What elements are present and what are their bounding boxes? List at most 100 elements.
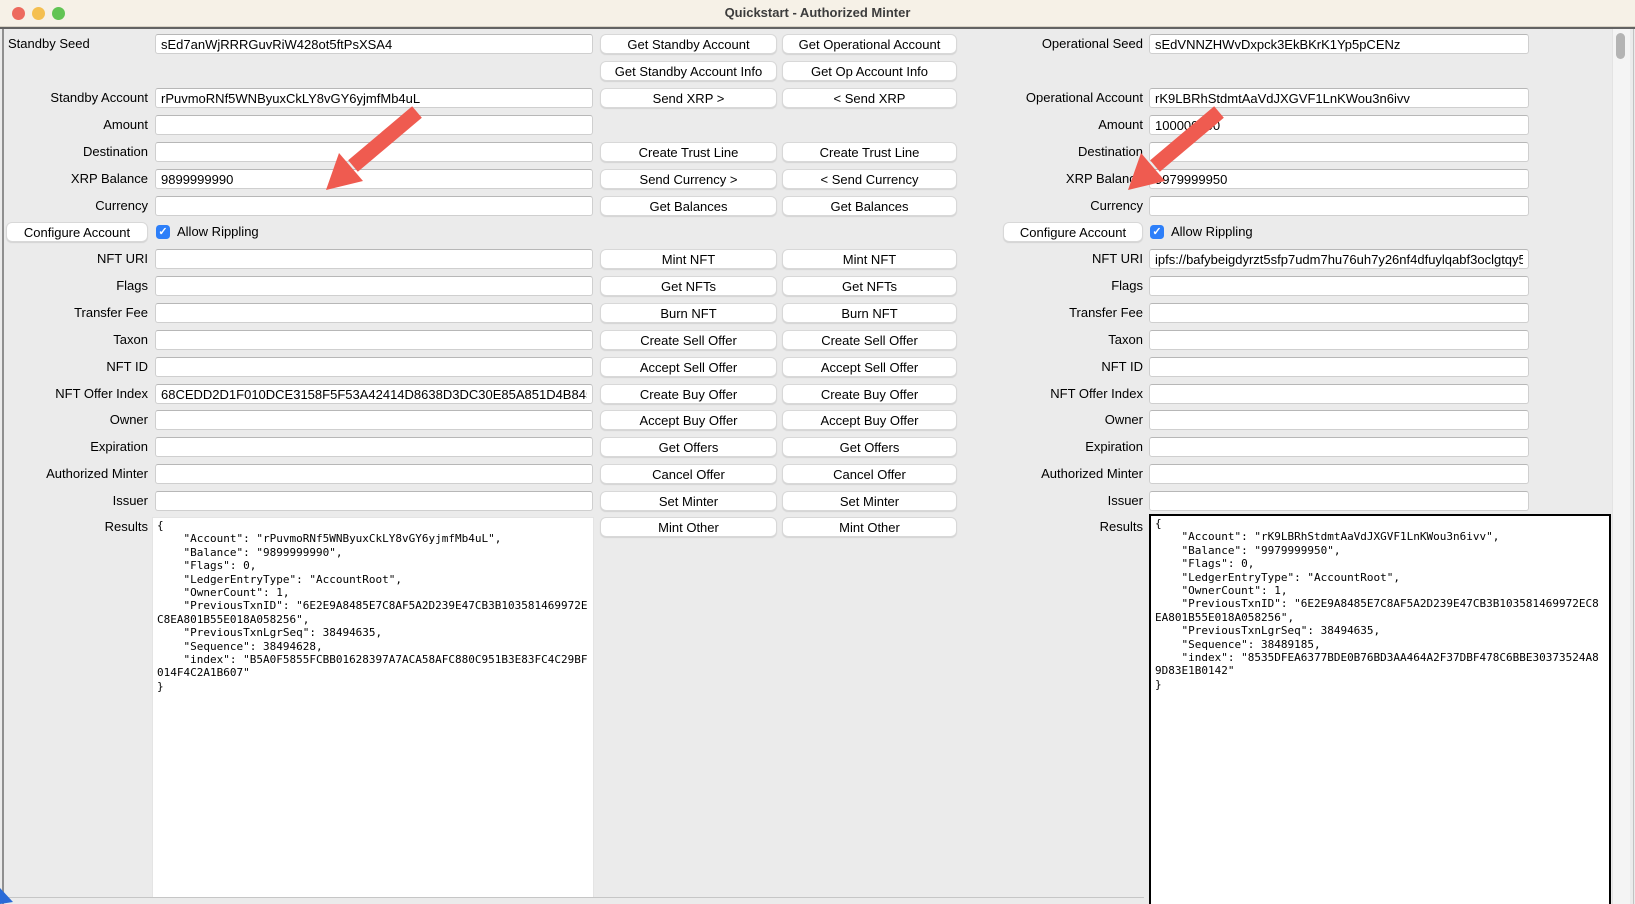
title-bar: Quickstart - Authorized Minter xyxy=(0,0,1635,27)
operational-accept-sell-offer-button[interactable]: Accept Sell Offer xyxy=(782,357,957,377)
standby-issuer-input[interactable] xyxy=(155,491,593,511)
standby-get-nfts-button[interactable]: Get NFTs xyxy=(600,276,777,296)
standby-send-xrp-button[interactable]: Send XRP > xyxy=(600,88,777,108)
operational-configure-account-button[interactable]: Configure Account xyxy=(1003,222,1143,242)
get-standby-account-info-button[interactable]: Get Standby Account Info xyxy=(600,61,777,81)
row-owner: Owner Accept Buy Offer Accept Buy Offer … xyxy=(0,410,1635,430)
row-account: Standby Account Send XRP > < Send XRP Op… xyxy=(0,88,1635,108)
operational-accept-buy-offer-button[interactable]: Accept Buy Offer xyxy=(782,410,957,430)
operational-seed-input[interactable] xyxy=(1149,34,1529,54)
zoom-button-icon[interactable] xyxy=(52,7,65,20)
get-operational-account-button[interactable]: Get Operational Account xyxy=(782,34,957,54)
standby-xrp-balance-label: XRP Balance xyxy=(6,169,148,189)
standby-currency-input[interactable] xyxy=(155,196,593,216)
standby-issuer-label: Issuer xyxy=(6,491,148,511)
operational-send-xrp-button[interactable]: < Send XRP xyxy=(782,88,957,108)
standby-allow-rippling-checkbox[interactable] xyxy=(156,225,170,239)
standby-taxon-label: Taxon xyxy=(6,330,148,350)
row-issuer: Issuer Set Minter Set Minter Issuer xyxy=(0,491,1635,511)
row-nft-offer-index: NFT Offer Index Create Buy Offer Create … xyxy=(0,384,1635,404)
operational-create-sell-offer-button[interactable]: Create Sell Offer xyxy=(782,330,957,350)
standby-nft-offer-index-input[interactable] xyxy=(155,384,593,404)
operational-allow-rippling-checkbox[interactable] xyxy=(1150,225,1164,239)
operational-issuer-input[interactable] xyxy=(1149,491,1529,511)
standby-taxon-input[interactable] xyxy=(155,330,593,350)
standby-authorized-minter-input[interactable] xyxy=(155,464,593,484)
standby-get-balances-button[interactable]: Get Balances xyxy=(600,196,777,216)
window-frame-divider xyxy=(0,27,1635,29)
operational-send-currency-button[interactable]: < Send Currency xyxy=(782,169,957,189)
operational-nft-id-input[interactable] xyxy=(1149,357,1529,377)
operational-authorized-minter-label: Authorized Minter xyxy=(943,464,1143,484)
standby-nft-id-input[interactable] xyxy=(155,357,593,377)
vertical-scrollbar-thumb[interactable] xyxy=(1616,33,1625,59)
get-op-account-info-button[interactable]: Get Op Account Info xyxy=(782,61,957,81)
standby-seed-input[interactable] xyxy=(155,34,593,54)
standby-account-label: Standby Account xyxy=(6,88,148,108)
standby-results-label: Results xyxy=(6,517,148,537)
standby-flags-input[interactable] xyxy=(155,276,593,296)
standby-create-sell-offer-button[interactable]: Create Sell Offer xyxy=(600,330,777,350)
operational-expiration-input[interactable] xyxy=(1149,437,1529,457)
standby-mint-nft-button[interactable]: Mint NFT xyxy=(600,249,777,269)
standby-create-buy-offer-button[interactable]: Create Buy Offer xyxy=(600,384,777,404)
close-button-icon[interactable] xyxy=(12,7,25,20)
operational-create-trust-line-button[interactable]: Create Trust Line xyxy=(782,142,957,162)
operational-nft-uri-input[interactable] xyxy=(1149,249,1529,269)
operational-transfer-fee-input[interactable] xyxy=(1149,303,1529,323)
operational-mint-other-button[interactable]: Mint Other xyxy=(782,517,957,537)
operational-authorized-minter-input[interactable] xyxy=(1149,464,1529,484)
operational-cancel-offer-button[interactable]: Cancel Offer xyxy=(782,464,957,484)
row-configure: Configure Account Allow Rippling Configu… xyxy=(0,222,1635,242)
standby-owner-label: Owner xyxy=(6,410,148,430)
get-standby-account-button[interactable]: Get Standby Account xyxy=(600,34,777,54)
row-taxon: Taxon Create Sell Offer Create Sell Offe… xyxy=(0,330,1635,350)
standby-accept-buy-offer-button[interactable]: Accept Buy Offer xyxy=(600,410,777,430)
row-flags: Flags Get NFTs Get NFTs Flags xyxy=(0,276,1635,296)
standby-set-minter-button[interactable]: Set Minter xyxy=(600,491,777,511)
standby-create-trust-line-button[interactable]: Create Trust Line xyxy=(600,142,777,162)
standby-configure-account-button[interactable]: Configure Account xyxy=(6,222,148,242)
operational-create-buy-offer-button[interactable]: Create Buy Offer xyxy=(782,384,957,404)
standby-cancel-offer-button[interactable]: Cancel Offer xyxy=(600,464,777,484)
red-arrow-operational-balance-icon xyxy=(1122,106,1227,191)
standby-amount-label: Amount xyxy=(6,115,148,135)
operational-get-nfts-button[interactable]: Get NFTs xyxy=(782,276,957,296)
operational-get-offers-button[interactable]: Get Offers xyxy=(782,437,957,457)
row-transfer-fee: Transfer Fee Burn NFT Burn NFT Transfer … xyxy=(0,303,1635,323)
standby-owner-input[interactable] xyxy=(155,410,593,430)
operational-owner-input[interactable] xyxy=(1149,410,1529,430)
operational-currency-input[interactable] xyxy=(1149,196,1529,216)
vertical-scrollbar-track[interactable] xyxy=(1612,29,1630,904)
operational-get-balances-button[interactable]: Get Balances xyxy=(782,196,957,216)
standby-account-input[interactable] xyxy=(155,88,593,108)
standby-get-offers-button[interactable]: Get Offers xyxy=(600,437,777,457)
operational-results-textarea[interactable]: { "Account": "rK9LBRhStdmtAaVdJXGVF1LnKW… xyxy=(1149,514,1611,904)
standby-burn-nft-button[interactable]: Burn NFT xyxy=(600,303,777,323)
operational-taxon-input[interactable] xyxy=(1149,330,1529,350)
operational-burn-nft-button[interactable]: Burn NFT xyxy=(782,303,957,323)
operational-nft-uri-label: NFT URI xyxy=(943,249,1143,269)
operational-currency-label: Currency xyxy=(943,196,1143,216)
standby-transfer-fee-input[interactable] xyxy=(155,303,593,323)
operational-mint-nft-button[interactable]: Mint NFT xyxy=(782,249,957,269)
standby-accept-sell-offer-button[interactable]: Accept Sell Offer xyxy=(600,357,777,377)
operational-account-input[interactable] xyxy=(1149,88,1529,108)
cursor-icon xyxy=(0,888,16,904)
minimize-button-icon[interactable] xyxy=(32,7,45,20)
row-seed: Standby Seed Get Standby Account Get Ope… xyxy=(0,34,1635,54)
standby-send-currency-button[interactable]: Send Currency > xyxy=(600,169,777,189)
standby-results-textarea[interactable]: { "Account": "rPuvmoRNf5WNByuxCkLY8vGY6y… xyxy=(152,517,594,898)
standby-expiration-input[interactable] xyxy=(155,437,593,457)
standby-nft-uri-input[interactable] xyxy=(155,249,593,269)
standby-mint-other-button[interactable]: Mint Other xyxy=(600,517,777,537)
row-destination: Destination Create Trust Line Create Tru… xyxy=(0,142,1635,162)
operational-flags-input[interactable] xyxy=(1149,276,1529,296)
operational-nft-offer-index-input[interactable] xyxy=(1149,384,1529,404)
window-title: Quickstart - Authorized Minter xyxy=(0,0,1635,26)
operational-set-minter-button[interactable]: Set Minter xyxy=(782,491,957,511)
operational-taxon-label: Taxon xyxy=(943,330,1143,350)
standby-currency-label: Currency xyxy=(6,196,148,216)
row-xrp-balance: XRP Balance Send Currency > < Send Curre… xyxy=(0,169,1635,189)
standby-transfer-fee-label: Transfer Fee xyxy=(6,303,148,323)
